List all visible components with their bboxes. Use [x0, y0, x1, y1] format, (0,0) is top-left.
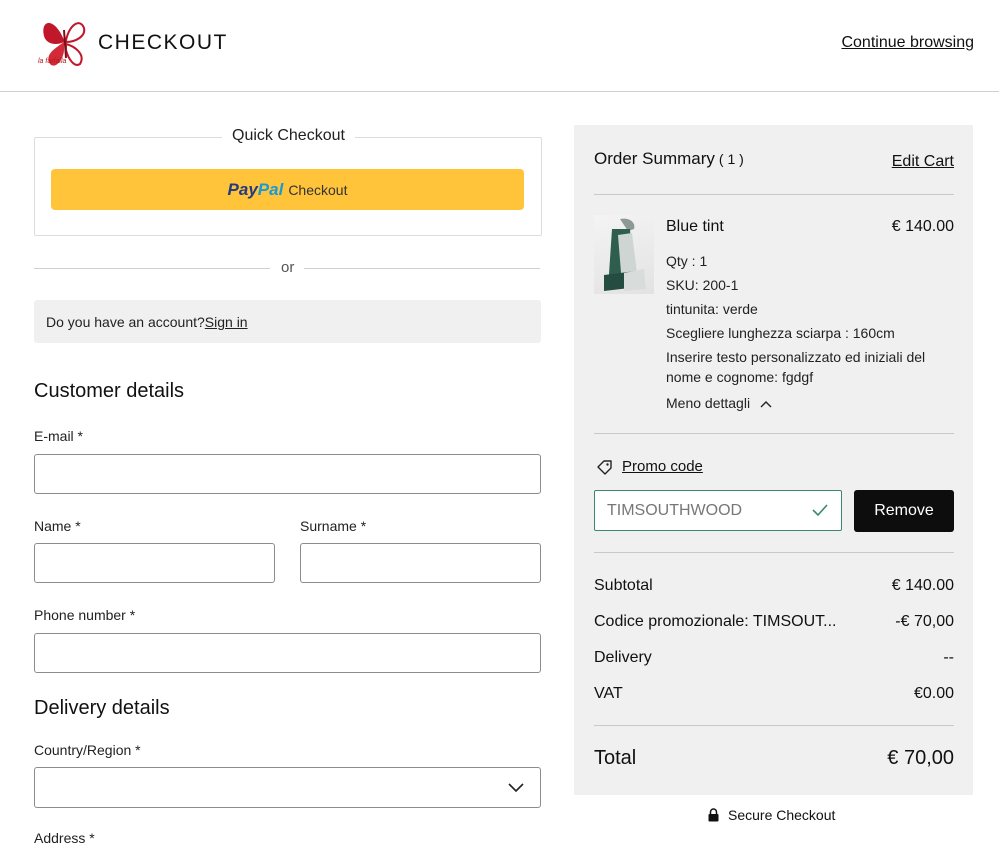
product-option: Scegliere lunghezza sciarpa : 160cm [666, 325, 895, 341]
account-question-text: Do you have an account? [46, 314, 205, 330]
secure-checkout-label: Secure Checkout [728, 807, 836, 823]
paypal-logo-part2: Pal [257, 179, 284, 199]
separator-line-left [34, 268, 270, 269]
order-summary-title-text: Order Summary [594, 149, 715, 168]
delivery-details-title: Delivery details [34, 697, 170, 719]
paypal-logo-icon: PayPal [228, 180, 284, 200]
country-label: Country/Region * [34, 742, 141, 758]
promo-discount-label: Codice promozionale: TIMSOUT... [594, 613, 837, 630]
product-option: SKU: 200-1 [666, 277, 739, 293]
page-title: CHECKOUT [98, 31, 228, 54]
name-label: Name * [34, 518, 81, 534]
or-separator: or [281, 259, 295, 276]
edit-cart-link[interactable]: Edit Cart [892, 153, 954, 171]
email-label: E-mail * [34, 428, 84, 444]
vat-value: €0.00 [913, 685, 954, 702]
phone-label: Phone number * [34, 607, 136, 623]
order-summary-panel: Order Summary( 1 ) Edit Cart Blue tint €… [574, 125, 973, 795]
account-prompt: Do you have an account?Sign in [34, 300, 541, 343]
lock-icon [708, 808, 719, 822]
header: la farfalla CHECKOUT Continue browsing [0, 0, 999, 92]
scarf-image [604, 218, 646, 291]
name-field[interactable] [34, 543, 275, 583]
secure-checkout: Secure Checkout [707, 807, 835, 823]
product-name[interactable]: Blue tint [666, 218, 724, 236]
check-icon [812, 504, 828, 517]
customer-details-title: Customer details [34, 380, 185, 402]
product-option: Qty : 1 [666, 253, 708, 269]
quick-checkout-title: Quick Checkout [222, 127, 355, 145]
promo-code-input[interactable] [594, 490, 842, 531]
delivery-value: -- [943, 649, 954, 666]
product-option: Inserire testo personalizzato ed inizial… [666, 349, 926, 385]
subtotal-label: Subtotal [594, 577, 653, 594]
chevron-down-icon [508, 783, 524, 793]
email-field[interactable] [34, 454, 541, 494]
summary-divider [594, 433, 954, 434]
country-select[interactable] [34, 767, 541, 808]
total-label: Total [594, 747, 637, 769]
account-question: Do you have an account?Sign in [46, 314, 248, 330]
vat-label: VAT [594, 685, 623, 702]
product-option: tintunita: verde [666, 301, 758, 317]
logo-caption: la farfalla [38, 58, 67, 65]
less-details-label: Meno dettagli [666, 395, 751, 411]
less-details-toggle[interactable]: Meno dettagli [666, 395, 772, 411]
product-thumbnail[interactable] [594, 215, 654, 294]
subtotal-value: € 140.00 [891, 577, 954, 594]
tag-icon [597, 460, 612, 475]
phone-field[interactable] [34, 633, 541, 673]
product-price: € 140.00 [891, 218, 954, 235]
continue-browsing-link[interactable]: Continue browsing [841, 34, 974, 52]
delivery-label: Delivery [594, 649, 652, 666]
summary-divider [594, 725, 954, 726]
chevron-up-icon [760, 401, 772, 408]
summary-divider [594, 194, 954, 195]
remove-promo-button[interactable]: Remove [854, 490, 954, 532]
sign-in-link[interactable]: Sign in [205, 314, 248, 330]
separator-line-right [304, 268, 540, 269]
paypal-logo-part1: Pay [227, 179, 258, 199]
surname-label: Surname * [300, 518, 367, 534]
summary-divider [594, 552, 954, 553]
surname-field[interactable] [300, 543, 541, 583]
paypal-checkout-button[interactable]: PayPal Checkout [51, 169, 524, 210]
order-summary-title: Order Summary( 1 ) [594, 149, 744, 169]
address-label: Address * [34, 830, 95, 846]
paypal-button-label: Checkout [288, 181, 348, 198]
promo-discount-value: -€ 70,00 [895, 613, 954, 630]
item-count: ( 1 ) [718, 151, 744, 167]
total-value: € 70,00 [887, 747, 954, 769]
promo-code-link[interactable]: Promo code [622, 458, 703, 475]
